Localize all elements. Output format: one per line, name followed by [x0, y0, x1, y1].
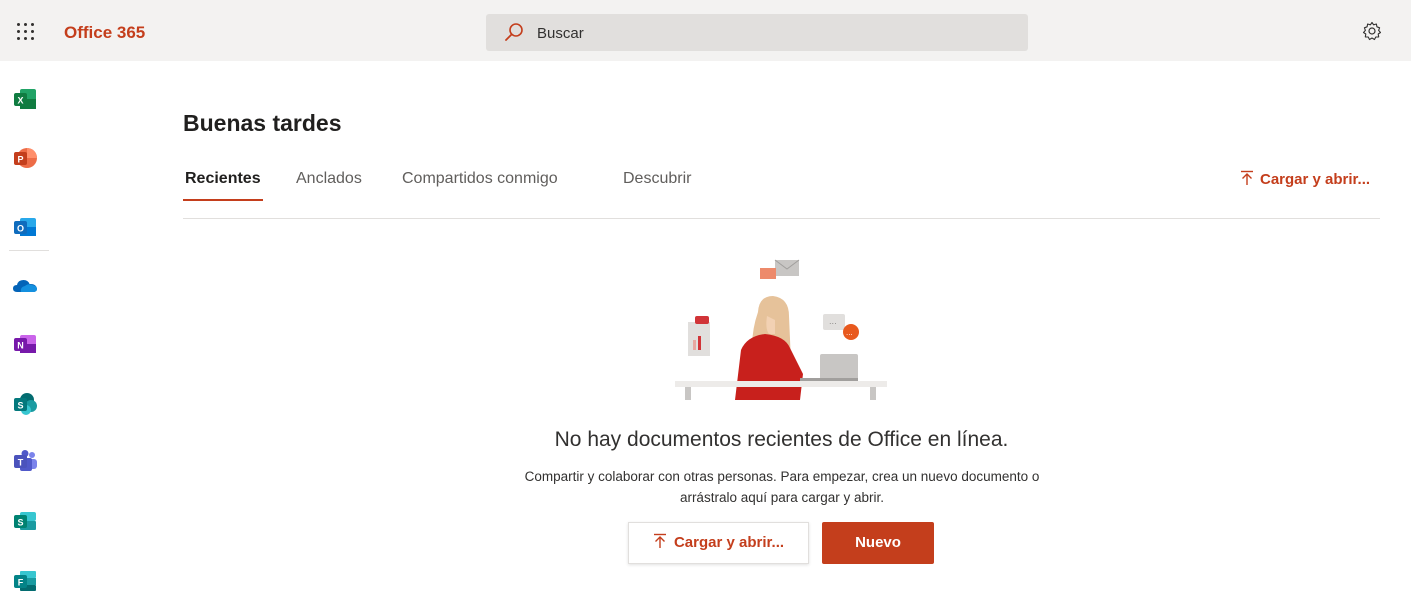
- rail-divider: [9, 250, 49, 251]
- page-title: Buenas tardes: [183, 110, 342, 136]
- svg-text:N: N: [17, 341, 24, 351]
- svg-text:S: S: [17, 518, 23, 528]
- outlook-icon[interactable]: O: [12, 214, 38, 240]
- svg-text:P: P: [17, 155, 23, 165]
- sharepoint-icon[interactable]: S: [12, 391, 38, 417]
- forms-icon[interactable]: F: [12, 568, 38, 594]
- upload-icon: [653, 533, 666, 548]
- top-bar: Office 365 Buscar: [0, 0, 1411, 61]
- search-box[interactable]: Buscar: [486, 14, 1028, 51]
- active-tab-indicator: [183, 199, 263, 201]
- svg-text:X: X: [17, 96, 23, 106]
- tabs-divider: [183, 218, 1380, 219]
- upload-and-open-button[interactable]: Cargar y abrir...: [628, 522, 809, 564]
- empty-state-description: Compartir y colaborar con otras personas…: [524, 469, 1040, 505]
- svg-text:T: T: [18, 458, 24, 468]
- empty-state-title: No hay documentos recientes de Office en…: [554, 428, 1009, 451]
- gear-icon[interactable]: [1362, 21, 1382, 46]
- app-rail: X P O N S T S F: [0, 61, 62, 596]
- svg-text:O: O: [17, 224, 24, 234]
- tab-recientes[interactable]: Recientes: [185, 170, 261, 188]
- upload-icon: [1241, 170, 1253, 185]
- powerpoint-icon[interactable]: P: [12, 145, 38, 171]
- tab-descubrir[interactable]: Descubrir: [623, 170, 691, 188]
- empty-state-illustration: ... ...: [665, 250, 895, 410]
- search-placeholder: Buscar: [537, 25, 584, 42]
- upload-and-open-link[interactable]: Cargar y abrir...: [1240, 170, 1370, 188]
- tab-compartidos-conmigo[interactable]: Compartidos conmigo: [402, 170, 558, 188]
- svg-text:...: ...: [829, 317, 837, 326]
- upload-button-label: Cargar y abrir...: [673, 534, 785, 551]
- tab-anclados[interactable]: Anclados: [296, 170, 362, 188]
- onedrive-icon[interactable]: [12, 273, 38, 299]
- app-launcher-icon[interactable]: [17, 23, 35, 41]
- svg-text:S: S: [17, 401, 23, 411]
- brand-title[interactable]: Office 365: [64, 23, 145, 43]
- excel-icon[interactable]: X: [12, 86, 38, 112]
- search-icon: [504, 22, 524, 47]
- svg-text:...: ...: [846, 329, 853, 337]
- new-document-button[interactable]: Nuevo: [822, 522, 934, 564]
- svg-text:F: F: [18, 578, 24, 588]
- sway-icon[interactable]: S: [12, 508, 38, 534]
- onenote-icon[interactable]: N: [12, 331, 38, 357]
- upload-link-label: Cargar y abrir...: [1260, 171, 1371, 188]
